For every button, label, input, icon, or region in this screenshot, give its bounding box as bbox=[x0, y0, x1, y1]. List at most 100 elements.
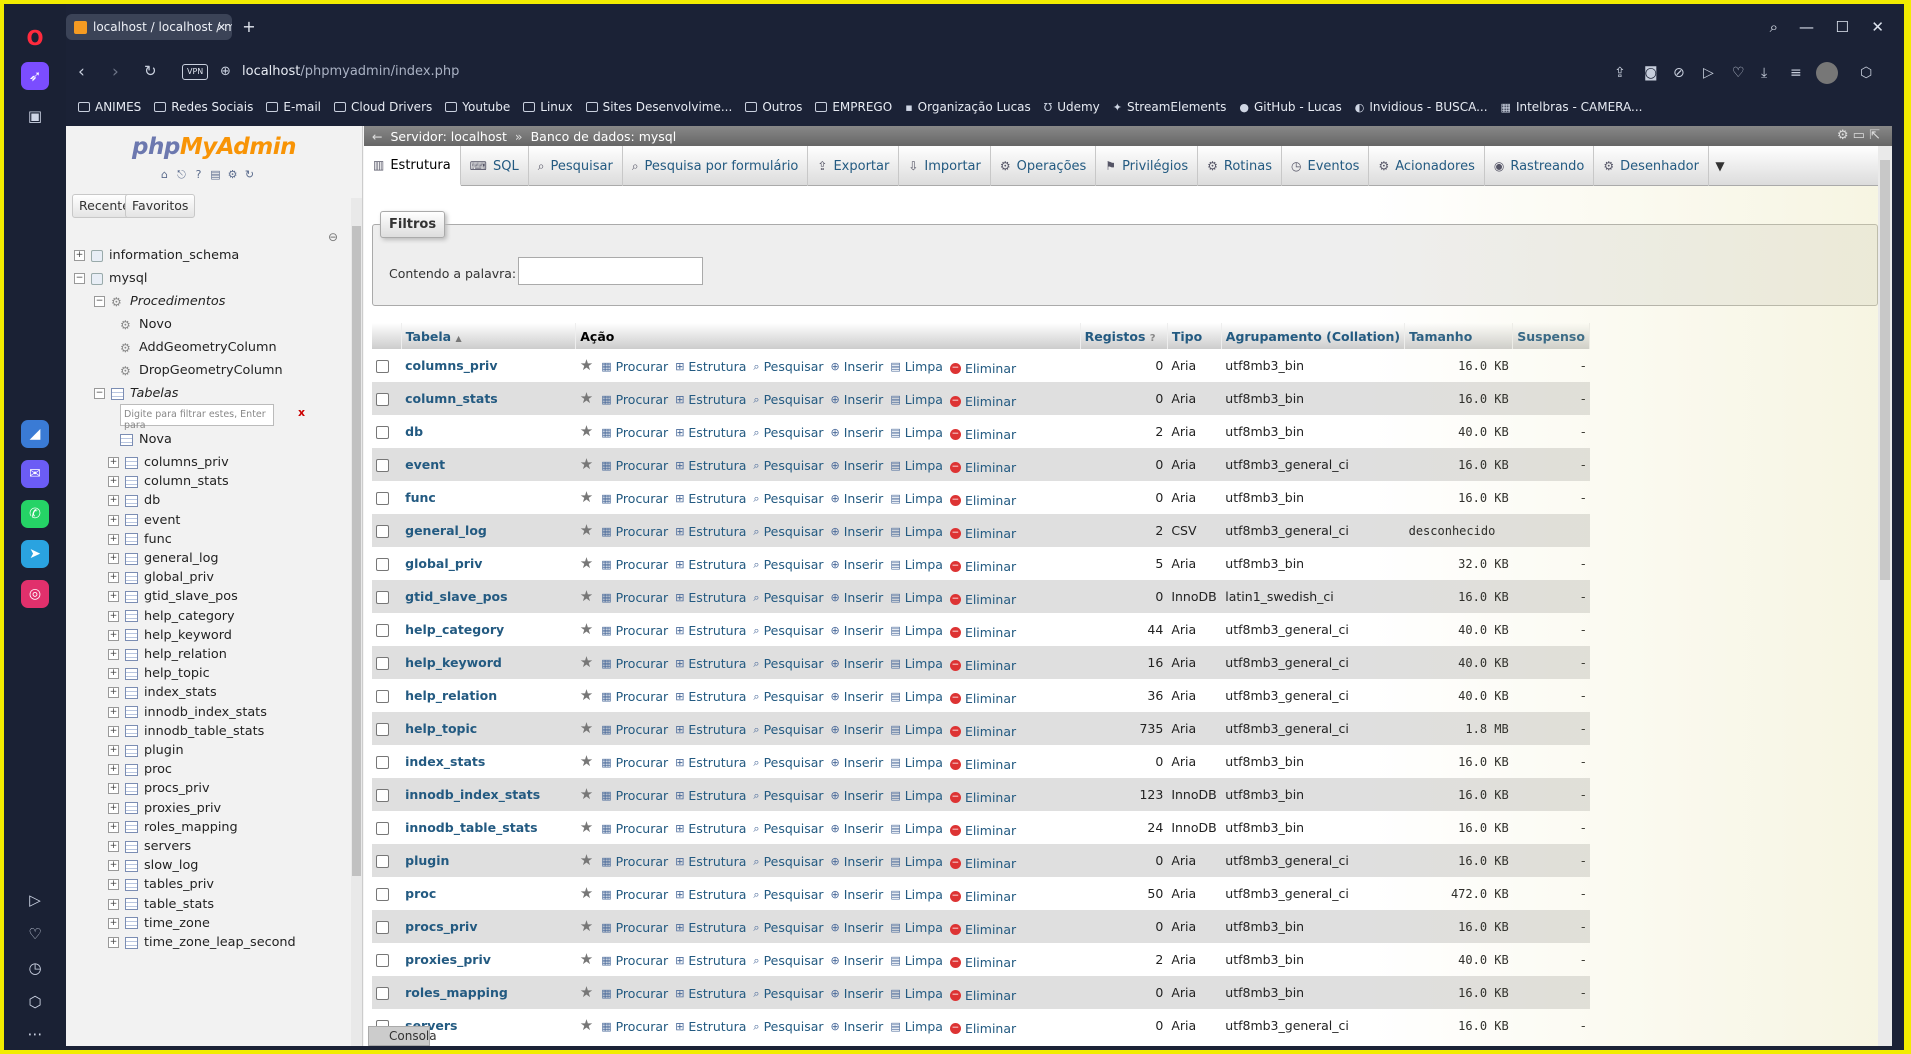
empty-link[interactable]: ▤ Limpa bbox=[890, 887, 943, 902]
structure-link[interactable]: ⊞ Estrutura bbox=[675, 986, 746, 1001]
empty-link[interactable]: ▤ Limpa bbox=[890, 392, 943, 407]
url-field[interactable]: localhost/phpmyadmin/index.php bbox=[242, 64, 459, 79]
favorite-star-icon[interactable]: ★ bbox=[580, 422, 593, 440]
adblock-shield-icon[interactable]: ⊘ bbox=[1673, 65, 1685, 81]
structure-link[interactable]: ⊞ Estrutura bbox=[675, 722, 746, 737]
row-checkbox[interactable] bbox=[376, 426, 389, 439]
table-name-cell[interactable]: innodb_index_stats bbox=[401, 778, 576, 811]
search-link[interactable]: ⌕ Pesquisar bbox=[753, 854, 823, 869]
settings-gear-icon[interactable]: ⚙ ▭ ⇱ bbox=[1837, 128, 1880, 143]
search-link[interactable]: ⌕ Pesquisar bbox=[753, 920, 823, 935]
favorite-star-icon[interactable]: ★ bbox=[580, 587, 593, 605]
table-name-cell[interactable]: help_category bbox=[401, 613, 576, 646]
insert-link[interactable]: ⊕ Inserir bbox=[831, 689, 884, 704]
tab-export[interactable]: ⇪ Exportar bbox=[808, 146, 900, 186]
breadcrumb-server[interactable]: Servidor: localhost bbox=[390, 129, 506, 144]
favorite-star-icon[interactable]: ★ bbox=[580, 983, 593, 1001]
drop-link[interactable]: − Eliminar bbox=[949, 1021, 1016, 1036]
reload-nav-icon[interactable]: ↻ bbox=[243, 168, 256, 181]
drop-link[interactable]: − Eliminar bbox=[949, 889, 1016, 904]
favorite-star-icon[interactable]: ★ bbox=[580, 917, 593, 935]
back-button[interactable]: ‹ bbox=[78, 62, 85, 82]
search-link[interactable]: ⌕ Pesquisar bbox=[753, 689, 823, 704]
drop-link[interactable]: − Eliminar bbox=[949, 394, 1016, 409]
search-link[interactable]: ⌕ Pesquisar bbox=[753, 1019, 823, 1034]
collapse-icon[interactable]: − bbox=[74, 273, 85, 284]
tab-structure[interactable]: ▥ Estrutura bbox=[364, 146, 461, 186]
row-checkbox[interactable] bbox=[376, 492, 389, 505]
structure-link[interactable]: ⊞ Estrutura bbox=[675, 392, 746, 407]
empty-link[interactable]: ▤ Limpa bbox=[890, 590, 943, 605]
camera-icon[interactable]: ◙ bbox=[1644, 65, 1658, 81]
structure-link[interactable]: ⊞ Estrutura bbox=[675, 458, 746, 473]
empty-link[interactable]: ▤ Limpa bbox=[890, 854, 943, 869]
bookmark-link[interactable]: ◐ Invidious - BUSCA... bbox=[1355, 100, 1488, 114]
tab-import[interactable]: ⇩ Importar bbox=[899, 146, 991, 186]
insert-link[interactable]: ⊕ Inserir bbox=[831, 788, 884, 803]
table-name-cell[interactable]: column_stats bbox=[401, 382, 576, 415]
favorite-star-icon[interactable]: ★ bbox=[580, 752, 593, 770]
drop-link[interactable]: − Eliminar bbox=[949, 658, 1016, 673]
drop-link[interactable]: − Eliminar bbox=[949, 559, 1016, 574]
bookmark-folder[interactable]: Sites Desenvolvime... bbox=[585, 100, 732, 114]
messenger-icon[interactable]: ✉ bbox=[21, 460, 49, 488]
search-link[interactable]: ⌕ Pesquisar bbox=[753, 491, 823, 506]
expand-icon[interactable]: + bbox=[108, 610, 119, 622]
browse-link[interactable]: ▦ Procurar bbox=[601, 887, 668, 902]
drop-link[interactable]: − Eliminar bbox=[949, 757, 1016, 772]
drop-link[interactable]: − Eliminar bbox=[949, 922, 1016, 937]
favorites-tab[interactable]: Favoritos bbox=[125, 194, 196, 218]
search-link[interactable]: ⌕ Pesquisar bbox=[753, 623, 823, 638]
search-link[interactable]: ⌕ Pesquisar bbox=[753, 887, 823, 902]
insert-link[interactable]: ⊕ Inserir bbox=[831, 392, 884, 407]
structure-link[interactable]: ⊞ Estrutura bbox=[675, 425, 746, 440]
row-checkbox[interactable] bbox=[376, 624, 389, 637]
heart-icon[interactable]: ♡ bbox=[21, 920, 49, 948]
insert-link[interactable]: ⊕ Inserir bbox=[831, 524, 884, 539]
search-link[interactable]: ⌕ Pesquisar bbox=[753, 755, 823, 770]
search-link[interactable]: ⌕ Pesquisar bbox=[753, 788, 823, 803]
download-icon[interactable]: ⤓ bbox=[1761, 65, 1767, 81]
insert-link[interactable]: ⊕ Inserir bbox=[831, 887, 884, 902]
empty-link[interactable]: ▤ Limpa bbox=[890, 722, 943, 737]
browse-link[interactable]: ▦ Procurar bbox=[601, 689, 668, 704]
search-link[interactable]: ⌕ Pesquisar bbox=[753, 590, 823, 605]
table-name-cell[interactable]: global_priv bbox=[401, 547, 576, 580]
expand-icon[interactable]: + bbox=[108, 687, 119, 699]
header-table[interactable]: Tabela ▲ bbox=[401, 323, 577, 349]
expand-icon[interactable]: + bbox=[108, 668, 119, 680]
bookmark-link[interactable]: Ʊ Udemy bbox=[1044, 100, 1100, 114]
row-checkbox[interactable] bbox=[376, 723, 389, 736]
table-name-cell[interactable]: general_log bbox=[401, 514, 576, 547]
row-checkbox[interactable] bbox=[376, 525, 389, 538]
browse-link[interactable]: ▦ Procurar bbox=[601, 359, 668, 374]
forward-button[interactable]: › bbox=[112, 62, 119, 82]
browse-link[interactable]: ▦ Procurar bbox=[601, 821, 668, 836]
drop-link[interactable]: − Eliminar bbox=[949, 988, 1016, 1003]
drop-link[interactable]: − Eliminar bbox=[949, 460, 1016, 475]
row-checkbox[interactable] bbox=[376, 657, 389, 670]
table-name-cell[interactable]: proc bbox=[401, 877, 576, 910]
favorite-star-icon[interactable]: ★ bbox=[580, 818, 593, 836]
expand-icon[interactable]: + bbox=[108, 572, 119, 584]
expand-icon[interactable]: + bbox=[74, 250, 85, 261]
bookmark-folder[interactable]: Linux bbox=[523, 100, 573, 114]
drop-link[interactable]: − Eliminar bbox=[949, 526, 1016, 541]
aria-rocket-icon[interactable]: ➶ bbox=[21, 62, 49, 90]
browser-tab[interactable]: localhost / localhost / my ✕ bbox=[66, 14, 232, 40]
browse-link[interactable]: ▦ Procurar bbox=[601, 590, 668, 605]
more-dots-icon[interactable]: ⋯ bbox=[21, 1020, 49, 1048]
structure-link[interactable]: ⊞ Estrutura bbox=[675, 656, 746, 671]
instagram-icon[interactable]: ◎ bbox=[21, 580, 49, 608]
tree-proc-new[interactable]: ⚙ Novo bbox=[120, 313, 172, 336]
row-checkbox[interactable] bbox=[376, 954, 389, 967]
main-scrollbar-thumb[interactable] bbox=[1880, 160, 1890, 580]
row-checkbox[interactable] bbox=[376, 690, 389, 703]
bookmark-link[interactable]: ● GitHub - Lucas bbox=[1239, 100, 1341, 114]
expand-icon[interactable]: + bbox=[108, 917, 119, 929]
drop-link[interactable]: − Eliminar bbox=[949, 790, 1016, 805]
structure-link[interactable]: ⊞ Estrutura bbox=[675, 524, 746, 539]
search-link[interactable]: ⌕ Pesquisar bbox=[753, 821, 823, 836]
empty-link[interactable]: ▤ Limpa bbox=[890, 986, 943, 1001]
expand-icon[interactable]: + bbox=[108, 764, 119, 776]
